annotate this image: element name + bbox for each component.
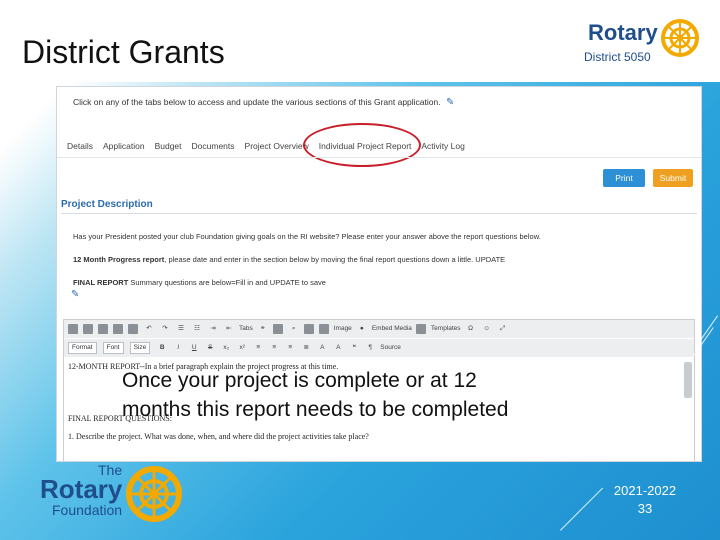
smiley-icon[interactable]: ☺ — [481, 323, 493, 335]
print-button[interactable]: Print — [603, 169, 645, 187]
paste-word-icon[interactable] — [128, 324, 138, 334]
editor-line-question-1: 1. Describe the project. What was done, … — [68, 432, 369, 441]
outdent-icon[interactable]: ⇤ — [223, 323, 235, 335]
section-title: Project Description — [61, 199, 153, 210]
copy-icon[interactable] — [83, 324, 93, 334]
page-number: 33 — [637, 501, 653, 516]
numbered-list-icon[interactable]: ☰ — [175, 323, 187, 335]
link-icon[interactable]: ⚭ — [257, 323, 269, 335]
tabs-button[interactable]: Tabs — [239, 323, 253, 335]
rotary-wheel-icon — [126, 466, 182, 522]
italic-icon[interactable]: I — [172, 342, 184, 354]
font-select[interactable]: Font — [102, 342, 124, 354]
editor-scrollbar[interactable] — [684, 362, 692, 398]
pilcrow-icon[interactable]: ¶ — [364, 342, 376, 354]
strikethrough-icon[interactable]: S — [204, 342, 216, 354]
progress-report-label: 12 Month Progress report — [73, 255, 165, 264]
instruction-label: Click on any of the tabs below to access… — [73, 97, 441, 107]
image-icon[interactable] — [318, 324, 329, 334]
final-report-label: FINAL REPORT — [73, 278, 129, 287]
templates-button[interactable]: Templates — [431, 323, 461, 335]
paste-text-icon[interactable] — [113, 324, 123, 334]
bold-icon[interactable]: B — [156, 342, 168, 354]
overlay-line-2: months this report needs to be completed — [122, 398, 509, 421]
rotary-foundation-logo: The Rotary Foundation — [36, 460, 186, 524]
footer-info: 2021-2022 33 — [610, 482, 680, 518]
bg-color-icon[interactable]: A — [332, 342, 344, 354]
indent-icon[interactable]: ⇥ — [207, 323, 219, 335]
image-button[interactable]: Image — [334, 323, 352, 335]
editor-toolbar-bottom: Format Font Size B I U S x₂ x² ≡ ≡ ≡ ≣ A… — [64, 339, 694, 357]
underline-icon[interactable]: U — [188, 342, 200, 354]
edit-pencil-icon[interactable]: ✎ — [71, 289, 79, 300]
tab-activity-log[interactable]: Activity Log — [421, 141, 464, 151]
foundation-rotary-word: Rotary — [40, 474, 123, 504]
decorative-line — [700, 315, 719, 341]
highlight-oval — [303, 123, 421, 167]
special-char-icon[interactable]: Ω — [465, 323, 477, 335]
foundation-word: Foundation — [52, 502, 123, 518]
embed-media-button[interactable]: Embed Media — [372, 323, 412, 335]
editor-toolbar-top: ↶ ↷ ☰ ☷ ⇥ ⇤ Tabs ⚭ ⌕ Image ● Embed Media… — [64, 320, 694, 338]
question-club-goals: Has your President posted your club Foun… — [73, 232, 541, 241]
templates-icon[interactable] — [415, 324, 426, 334]
question-final-report: FINAL REPORT Summary questions are below… — [73, 278, 326, 287]
decorative-line — [560, 487, 604, 531]
paste-icon[interactable] — [98, 324, 108, 334]
tab-divider — [57, 157, 701, 158]
final-report-text: Summary questions are below=Fill in and … — [128, 278, 326, 287]
submit-button[interactable]: Submit — [653, 169, 693, 187]
blockquote-icon[interactable]: ❝ — [348, 342, 360, 354]
rotary-logo-word: Rotary — [588, 20, 658, 45]
progress-report-text: , please date and enter in the section b… — [164, 255, 506, 264]
text-color-icon[interactable]: A — [316, 342, 328, 354]
tab-budget[interactable]: Budget — [155, 141, 182, 151]
spellcheck-icon[interactable] — [303, 324, 314, 334]
year-label: 2021-2022 — [613, 483, 677, 498]
pencil-icon[interactable]: ✎ — [446, 97, 454, 108]
section-divider — [61, 213, 697, 214]
redo-icon[interactable]: ↷ — [159, 323, 171, 335]
format-select[interactable]: Format — [68, 342, 97, 354]
instruction-text: Click on any of the tabs below to access… — [73, 97, 454, 108]
cut-icon[interactable] — [68, 324, 78, 334]
rotary-district-logo: Rotary District 5050 — [582, 18, 702, 70]
align-left-icon[interactable]: ≡ — [252, 342, 264, 354]
subscript-icon[interactable]: x₂ — [220, 342, 232, 354]
flash-icon[interactable]: ● — [356, 323, 368, 335]
tab-details[interactable]: Details — [67, 141, 93, 151]
overlay-caption: Once your project is complete or at 12 m… — [122, 366, 508, 424]
source-button[interactable]: Source — [380, 342, 401, 354]
undo-icon[interactable]: ↶ — [143, 323, 155, 335]
maximize-icon[interactable]: ⤢ — [497, 323, 509, 335]
justify-icon[interactable]: ≣ — [300, 342, 312, 354]
tab-project-overview[interactable]: Project Overview — [245, 141, 309, 151]
size-select[interactable]: Size — [129, 342, 151, 354]
slide-title: District Grants — [22, 34, 225, 70]
overlay-line-1: Once your project is complete or at 12 — [122, 369, 477, 392]
rotary-wheel-icon — [661, 19, 699, 57]
bullet-list-icon[interactable]: ☷ — [191, 323, 203, 335]
superscript-icon[interactable]: x² — [236, 342, 248, 354]
tab-application[interactable]: Application — [103, 141, 145, 151]
table-icon[interactable] — [272, 324, 283, 334]
district-label: District 5050 — [584, 50, 651, 64]
tab-documents[interactable]: Documents — [192, 141, 235, 151]
align-center-icon[interactable]: ≡ — [268, 342, 280, 354]
align-right-icon[interactable]: ≡ — [284, 342, 296, 354]
question-progress-report: 12 Month Progress report, please date an… — [73, 255, 505, 264]
find-icon[interactable]: ⌕ — [288, 323, 300, 335]
